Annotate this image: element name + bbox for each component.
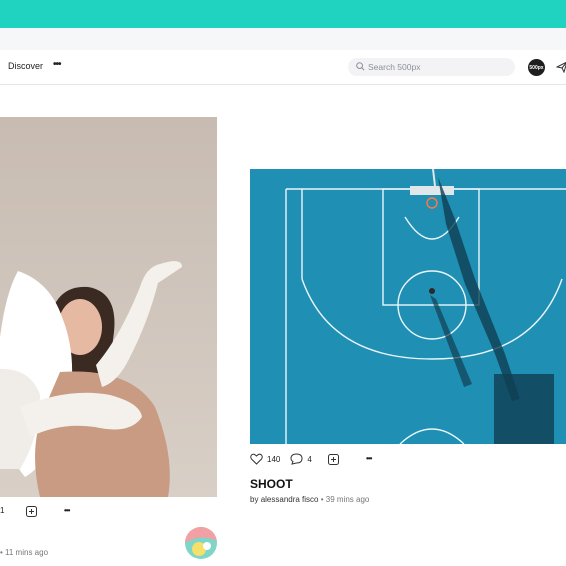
- search-icon: [356, 62, 365, 71]
- heart-icon: [250, 453, 263, 465]
- photo-byline: by alessandra fisco • 39 mins ago: [250, 495, 370, 504]
- comment-count[interactable]: 1: [0, 506, 4, 515]
- brand-bar: [0, 0, 566, 28]
- like-button[interactable]: 140: [250, 453, 280, 465]
- navbar: Discover •••: [0, 50, 566, 85]
- nav-discover[interactable]: Discover: [8, 61, 43, 71]
- comment-icon: [290, 453, 303, 465]
- comment-button[interactable]: 4: [290, 453, 312, 465]
- search-input[interactable]: [368, 60, 508, 74]
- photo-byline: • 11 mins ago: [0, 548, 49, 557]
- send-icon[interactable]: [556, 61, 566, 73]
- more-options-icon[interactable]: •••: [64, 506, 70, 515]
- photo-card-image[interactable]: [250, 169, 566, 444]
- more-options-icon[interactable]: •••: [366, 454, 372, 463]
- photo-card-image[interactable]: [0, 117, 217, 497]
- nav-more-menu-icon[interactable]: •••: [53, 59, 61, 70]
- add-to-gallery-icon[interactable]: [328, 454, 339, 465]
- photo-actions: 1 •••: [0, 506, 70, 517]
- photo-actions: 140 4 •••: [250, 453, 372, 465]
- add-to-gallery-icon[interactable]: [26, 506, 37, 517]
- photo-title[interactable]: SHOOT: [250, 477, 293, 491]
- search-box[interactable]: [348, 58, 515, 76]
- author-avatar[interactable]: [185, 527, 217, 559]
- header-gap: [0, 28, 566, 50]
- author-link[interactable]: alessandra fisco: [261, 495, 319, 504]
- user-avatar[interactable]: 500px: [528, 59, 545, 76]
